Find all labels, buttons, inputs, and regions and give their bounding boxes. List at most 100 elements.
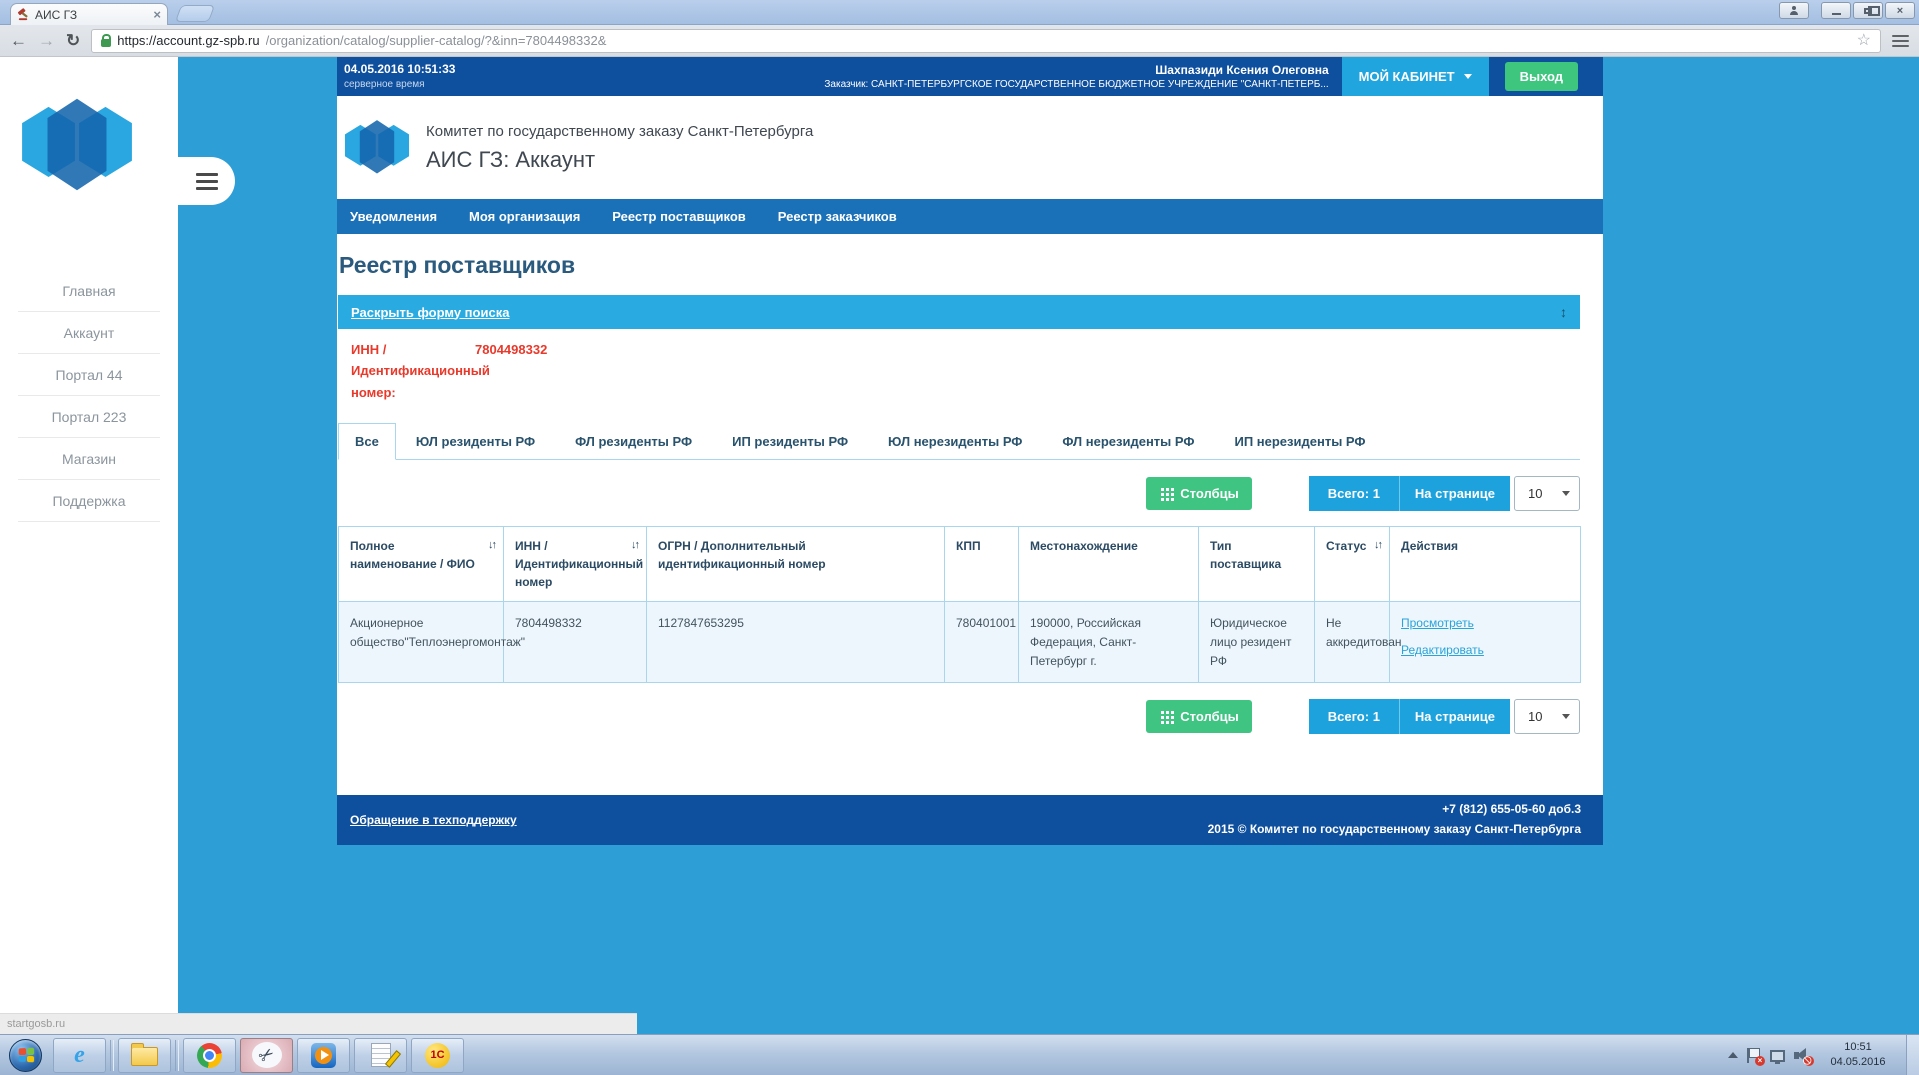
taskbar-item-snipping-tool[interactable]: ✂ (240, 1037, 293, 1073)
search-form-toggle-link[interactable]: Раскрыть форму поиска (351, 305, 509, 320)
sidebar-item-account[interactable]: Аккаунт (18, 312, 160, 354)
sidebar-toggle-button[interactable] (178, 157, 235, 205)
taskbar: e ✂ 1С × ⃠ 10:51 04.05.2016 (0, 1034, 1919, 1075)
chevron-down-icon (1562, 714, 1570, 720)
sidebar-item-home[interactable]: Главная (18, 270, 160, 312)
sidebar-item-portal223[interactable]: Портал 223 (18, 396, 160, 438)
url-bar[interactable]: https://account.gz-spb.ru /organization/… (91, 28, 1881, 53)
support-link[interactable]: Обращение в техподдержку (350, 813, 517, 827)
sidebar-item-portal44[interactable]: Портал 44 (18, 354, 160, 396)
page-footer: Обращение в техподдержку +7 (812) 655-05… (337, 795, 1603, 846)
columns-button-label: Столбцы (1180, 709, 1239, 725)
minimize-button[interactable] (1821, 2, 1851, 19)
customer-line: Заказчик: САНКТ-ПЕТЕРБУРГСКОЕ ГОСУДАРСТВ… (824, 78, 1329, 90)
per-page-select[interactable]: 10 (1514, 476, 1580, 512)
cell-supplier-type: Юридическое лицо резидент РФ (1198, 601, 1315, 684)
taskbar-item-media-player[interactable] (297, 1037, 350, 1073)
browser-tab[interactable]: АИС ГЗ × (10, 3, 168, 25)
my-cabinet-button[interactable]: МОЙ КАБИНЕТ (1341, 57, 1489, 96)
start-button[interactable] (9, 1038, 42, 1072)
cell-actions: Просмотреть Редактировать (1389, 601, 1581, 684)
user-name: Шахпазиди Ксения Олеговна (1155, 62, 1329, 77)
my-cabinet-label: МОЙ КАБИНЕТ (1358, 69, 1455, 84)
sort-icon[interactable]: ↓↑ (1374, 537, 1383, 554)
browser-profile-button[interactable] (1779, 2, 1809, 19)
resize-updown-icon[interactable]: ↕ (1560, 304, 1567, 320)
browser-menu-icon[interactable] (1892, 34, 1909, 47)
bookmark-star-icon[interactable]: ☆ (1857, 32, 1871, 49)
view-link[interactable]: Просмотреть (1401, 614, 1572, 633)
tab-ip-nonresidents[interactable]: ИП нерезиденты РФ (1214, 424, 1385, 459)
show-desktop-button[interactable] (1906, 1034, 1919, 1075)
forward-icon[interactable]: → (38, 32, 55, 49)
system-tray: × ⃠ 10:51 04.05.2016 (1728, 1034, 1919, 1075)
tab-all[interactable]: Все (338, 423, 396, 461)
minimize-icon (1831, 12, 1841, 15)
columns-button[interactable]: Столбцы (1146, 477, 1252, 511)
hidden-icons-chevron[interactable] (1728, 1052, 1738, 1058)
nav-item-customer-registry[interactable]: Реестр заказчиков (765, 209, 910, 224)
header-ogrn: ОГРН / Дополнительный идентификационный … (646, 526, 945, 603)
header-full-name[interactable]: ↓↑ Полное наименование / ФИО (338, 526, 504, 603)
app-name: АИС ГЗ: Аккаунт (426, 146, 596, 172)
user-block: Шахпазиди Ксения Олеговна Заказчик: САНК… (824, 57, 1328, 96)
chevron-down-icon (1562, 491, 1570, 497)
sort-icon[interactable]: ↓↑ (488, 537, 497, 554)
columns-button[interactable]: Столбцы (1146, 700, 1252, 734)
header-inn[interactable]: ↓↑ ИНН / Идентификационный номер (503, 526, 647, 603)
tab-ul-residents[interactable]: ЮЛ резиденты РФ (396, 424, 555, 459)
chrome-icon (197, 1042, 222, 1068)
sort-icon[interactable]: ↓↑ (631, 537, 640, 554)
topbar-right: Шахпазиди Ксения Олеговна Заказчик: САНК… (824, 57, 1603, 96)
taskbar-item-internet-explorer[interactable]: e (53, 1037, 106, 1073)
gavel-favicon-icon (17, 8, 28, 21)
grid-icon (1161, 711, 1165, 715)
volume-icon[interactable]: ⃠ (1794, 1047, 1814, 1066)
header-label: ИНН / Идентификационный номер (515, 539, 644, 590)
tab-fl-nonresidents[interactable]: ФЛ нерезиденты РФ (1042, 424, 1214, 459)
aisgz-logo (22, 98, 132, 191)
per-page-select[interactable]: 10 (1514, 699, 1580, 735)
taskbar-item-explorer[interactable] (118, 1037, 171, 1073)
tab-ip-residents[interactable]: ИП резиденты РФ (712, 424, 868, 459)
header-status[interactable]: ↓↑ Статус (1314, 526, 1390, 603)
reload-icon[interactable]: ↻ (66, 32, 80, 49)
total-count-badge: Всего: 1 (1308, 699, 1400, 735)
nav-item-my-organization[interactable]: Моя организация (456, 209, 593, 224)
nav-item-notifications[interactable]: Уведомления (337, 209, 450, 224)
search-form-toggle-bar[interactable]: Раскрыть форму поиска ↕ (338, 295, 1580, 329)
hamburger-icon (195, 172, 218, 190)
page-title: Реестр поставщиков (339, 252, 576, 278)
url-path: /organization/catalog/supplier-catalog/?… (265, 33, 607, 48)
network-icon[interactable] (1770, 1050, 1785, 1064)
header-label: Местонахождение (1030, 539, 1138, 554)
back-icon[interactable]: ← (10, 32, 27, 49)
server-time-label: серверное время (344, 78, 425, 90)
tab-fl-residents[interactable]: ФЛ резиденты РФ (555, 424, 712, 459)
inn-filter: ИНН / Идентификационный номер: 780449833… (351, 339, 1580, 403)
restore-button[interactable] (1853, 2, 1883, 19)
taskbar-item-chrome[interactable] (183, 1037, 236, 1073)
page-canvas: Главная Аккаунт Портал 44 Портал 223 Маг… (0, 57, 1919, 1034)
tab-close-icon[interactable]: × (153, 7, 161, 22)
taskbar-item-1c[interactable]: 1С (411, 1037, 464, 1073)
tab-ul-nonresidents[interactable]: ЮЛ нерезиденты РФ (868, 424, 1042, 459)
taskbar-item-notepad[interactable] (354, 1037, 407, 1073)
sidebar-menu: Главная Аккаунт Портал 44 Портал 223 Маг… (0, 270, 178, 522)
total-count-badge: Всего: 1 (1308, 476, 1400, 512)
nav-item-supplier-registry[interactable]: Реестр поставщиков (599, 209, 758, 224)
edit-link[interactable]: Редактировать (1401, 641, 1572, 660)
restore-icon (1864, 5, 1880, 16)
close-button[interactable]: × (1885, 2, 1915, 19)
status-url-text: startgosb.ru (7, 1018, 66, 1030)
inn-filter-value: 7804498332 (475, 342, 548, 357)
new-tab-button[interactable] (174, 5, 216, 22)
taskbar-separator (175, 1039, 179, 1071)
main-nav: Уведомления Моя организация Реестр поста… (337, 199, 1603, 234)
header-label: Статус (1326, 539, 1367, 554)
sidebar-item-support[interactable]: Поддержка (18, 480, 160, 522)
logout-button[interactable]: Выход (1504, 62, 1578, 91)
taskbar-clock[interactable]: 10:51 04.05.2016 (1826, 1040, 1890, 1071)
action-center-flag-icon[interactable]: × (1747, 1047, 1765, 1066)
sidebar-item-shop[interactable]: Магазин (18, 438, 160, 480)
